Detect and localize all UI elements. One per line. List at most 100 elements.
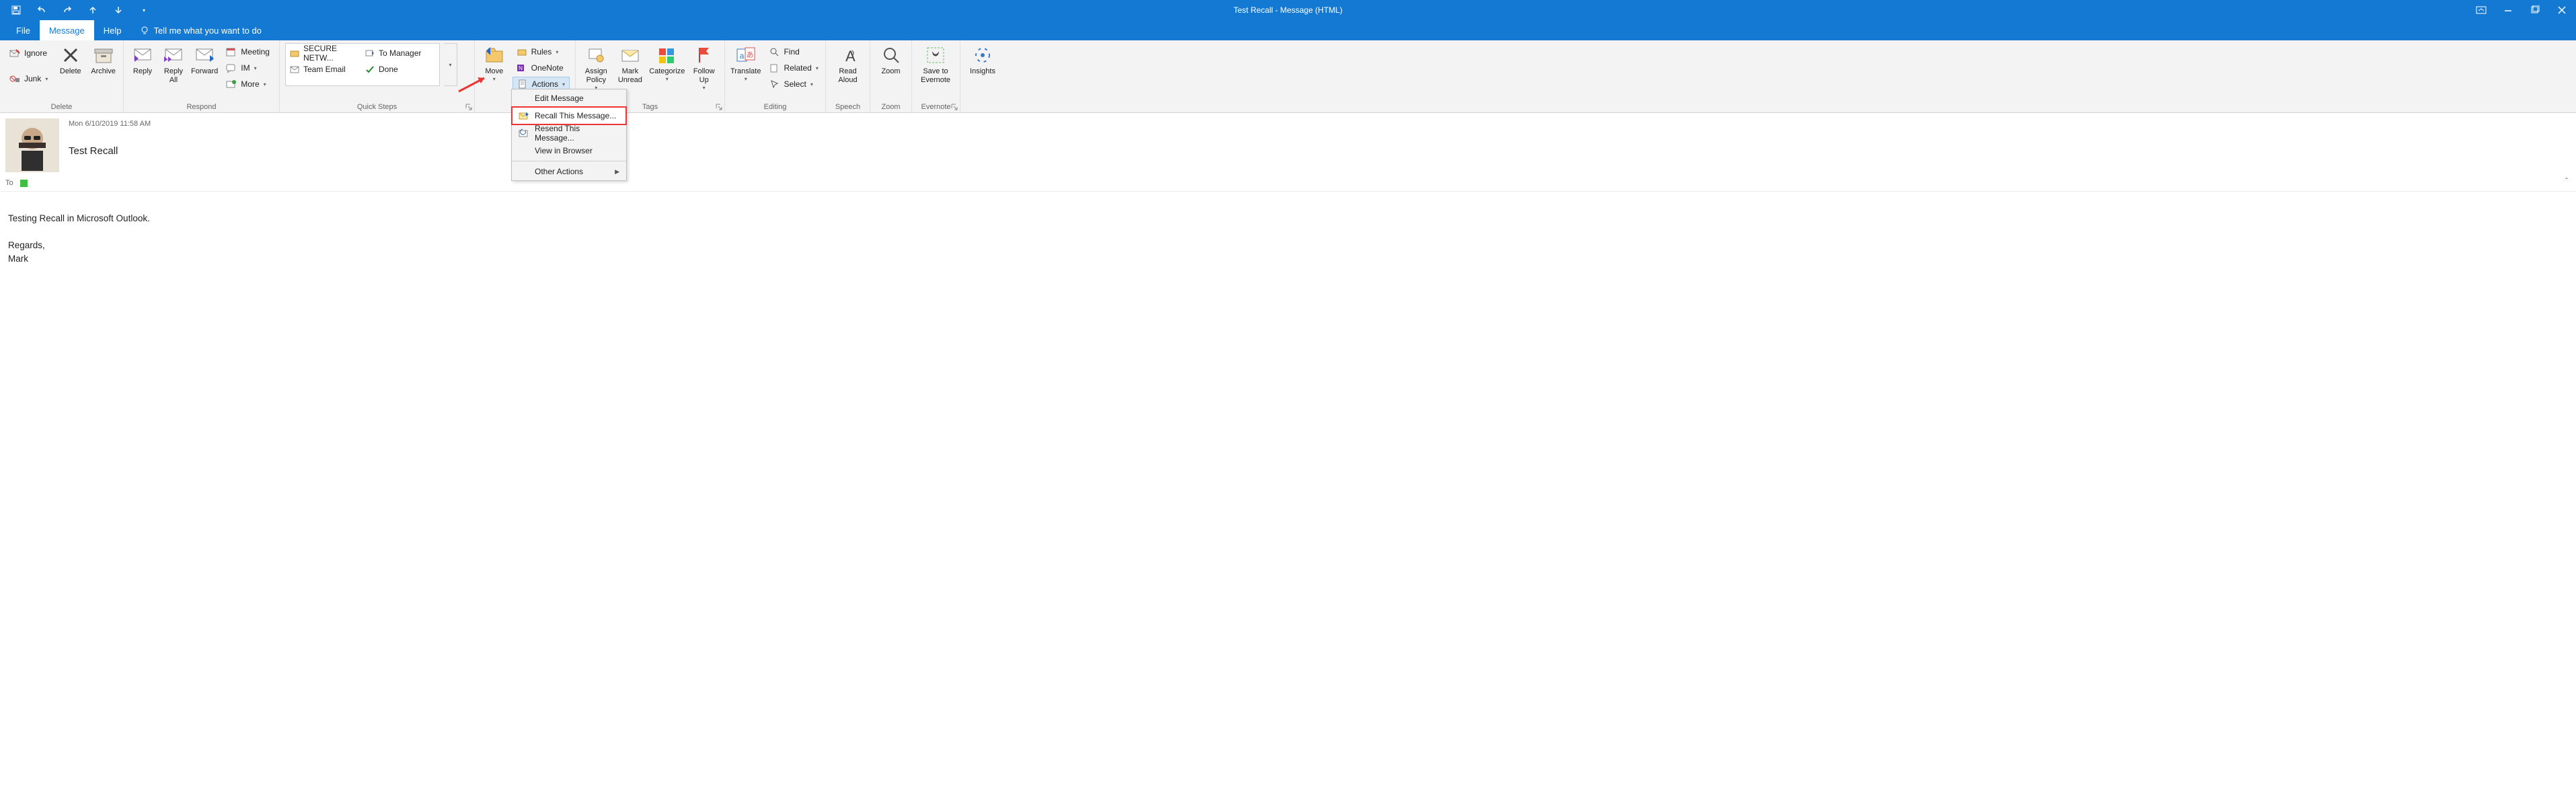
ignore-icon <box>9 48 20 59</box>
related-button[interactable]: Related ▾ <box>765 61 822 75</box>
quickstep-item[interactable]: To Manager <box>363 45 438 61</box>
zoom-label: Zoom <box>881 67 900 76</box>
body-line: Mark <box>8 252 2568 266</box>
title-bar: ▾ Test Recall - Message (HTML) <box>0 0 2576 20</box>
im-button[interactable]: IM ▾ <box>222 61 274 75</box>
group-delete-label: Delete <box>5 100 118 112</box>
quickstep-item[interactable]: SECURE NETW... <box>287 45 363 61</box>
insights-button[interactable]: Insights <box>966 43 999 76</box>
onenote-button[interactable]: N OneNote <box>513 61 570 75</box>
junk-button[interactable]: Junk ▾ <box>5 71 52 86</box>
arrow-up-icon[interactable] <box>87 5 98 15</box>
menu-resend-message[interactable]: Resend This Message... <box>512 124 626 142</box>
related-label: Related <box>784 63 811 73</box>
chevron-down-icon: ▾ <box>810 81 813 87</box>
menu-recall-message[interactable]: Recall This Message... <box>512 107 626 124</box>
message-header: Mon 6/10/2019 11:58 AM Test Recall ˆ <box>0 113 2576 176</box>
forward-label: Forward <box>191 67 218 76</box>
resend-icon <box>519 128 529 139</box>
ribbon-options-icon[interactable] <box>2474 3 2489 17</box>
menu-other-actions[interactable]: Other Actions ▶ <box>512 163 626 180</box>
translate-button[interactable]: aあ Translate ▾ <box>730 43 761 82</box>
quickstep-item[interactable]: Done <box>363 61 438 77</box>
reply-button[interactable]: Reply <box>129 43 156 76</box>
blank-icon <box>519 166 529 177</box>
group-editing: aあ Translate ▾ Find Related ▾ Select <box>725 40 826 112</box>
undo-icon[interactable] <box>36 5 47 15</box>
select-button[interactable]: Select ▾ <box>765 77 822 91</box>
forward-button[interactable]: Forward <box>191 43 218 76</box>
reply-label: Reply <box>133 67 152 76</box>
find-button[interactable]: Find <box>765 44 822 59</box>
rules-button[interactable]: Rules ▾ <box>513 44 570 59</box>
menu-edit-message[interactable]: Edit Message <box>512 89 626 107</box>
tell-me-search[interactable]: Tell me what you want to do <box>130 20 270 40</box>
more-button[interactable]: More ▾ <box>222 77 274 91</box>
dialog-launcher-icon[interactable] <box>465 103 473 111</box>
chevron-down-icon: ▾ <box>666 76 669 82</box>
group-respond: Reply Reply All Forward Meetin <box>124 40 280 112</box>
zoom-button[interactable]: Zoom <box>876 43 906 76</box>
body-line: Testing Recall in Microsoft Outlook. <box>8 212 2568 225</box>
assign-policy-label: Assign Policy <box>585 67 607 85</box>
assign-policy-button[interactable]: Assign Policy ▾ <box>581 43 611 91</box>
tab-message[interactable]: Message <box>40 20 94 40</box>
find-label: Find <box>784 47 799 57</box>
svg-text:A: A <box>845 48 856 64</box>
ignore-button[interactable]: Ignore <box>5 46 52 61</box>
team-email-icon <box>290 65 299 73</box>
dialog-launcher-icon[interactable] <box>715 103 723 111</box>
menu-view-browser[interactable]: View in Browser <box>512 142 626 159</box>
quick-steps-expand[interactable]: ▾ <box>444 43 457 86</box>
move-button[interactable]: Move ▾ <box>480 43 508 82</box>
collapse-header-icon[interactable]: ˆ <box>2565 176 2568 186</box>
assign-policy-icon <box>585 44 607 66</box>
chevron-down-icon: ▾ <box>493 76 496 82</box>
redo-icon[interactable] <box>62 5 73 15</box>
tab-help[interactable]: Help <box>94 20 131 40</box>
junk-label: Junk <box>24 74 41 83</box>
qat-customize-icon[interactable]: ▾ <box>139 5 149 15</box>
follow-up-button[interactable]: Follow Up ▾ <box>689 43 719 91</box>
group-quicksteps-label: Quick Steps <box>285 100 469 112</box>
ribbon-tabs: File Message Help Tell me what you want … <box>0 20 2576 40</box>
maximize-icon[interactable] <box>2528 3 2542 17</box>
ribbon: Ignore Junk ▾ Delete <box>0 40 2576 113</box>
junk-icon <box>9 73 20 84</box>
save-evernote-button[interactable]: Save to Evernote <box>917 43 954 85</box>
forward-icon <box>194 44 215 66</box>
dialog-launcher-icon[interactable] <box>950 103 958 111</box>
minimize-icon[interactable] <box>2501 3 2515 17</box>
quick-access-toolbar: ▾ <box>0 5 149 15</box>
chevron-right-icon: ▶ <box>615 168 619 176</box>
chevron-down-icon: ▾ <box>745 76 747 82</box>
quickstep-item[interactable]: Team Email <box>287 61 363 77</box>
quick-steps-gallery: SECURE NETW... To Manager Team Email Don… <box>285 43 440 86</box>
categorize-icon <box>656 44 678 66</box>
save-icon[interactable] <box>11 5 22 15</box>
categorize-button[interactable]: Categorize ▾ <box>649 43 685 82</box>
mark-unread-button[interactable]: Mark Unread <box>615 43 646 85</box>
read-aloud-button[interactable]: A Read Aloud <box>831 43 864 85</box>
meeting-label: Meeting <box>241 47 270 57</box>
delete-button[interactable]: Delete <box>56 43 85 76</box>
group-evernote-label: Evernote <box>917 100 954 112</box>
message-date: Mon 6/10/2019 11:58 AM <box>69 120 2568 128</box>
group-zoom-label: Zoom <box>876 100 906 112</box>
more-label: More <box>241 79 259 89</box>
onenote-label: OneNote <box>531 63 564 73</box>
message-to-row: To <box>0 176 2576 192</box>
tab-file[interactable]: File <box>7 20 40 40</box>
close-icon[interactable] <box>2554 3 2569 17</box>
group-editing-label: Editing <box>730 100 820 112</box>
menu-label: View in Browser <box>535 146 593 155</box>
arrow-down-icon[interactable] <box>113 5 124 15</box>
read-aloud-label: Read Aloud <box>838 67 857 85</box>
chevron-down-icon: ▾ <box>449 62 451 68</box>
select-label: Select <box>784 79 806 89</box>
reply-all-button[interactable]: Reply All <box>160 43 187 85</box>
quickstep-label: To Manager <box>379 48 421 58</box>
reply-all-label: Reply All <box>164 67 183 85</box>
archive-button[interactable]: Archive <box>89 43 118 76</box>
meeting-button[interactable]: Meeting <box>222 44 274 59</box>
